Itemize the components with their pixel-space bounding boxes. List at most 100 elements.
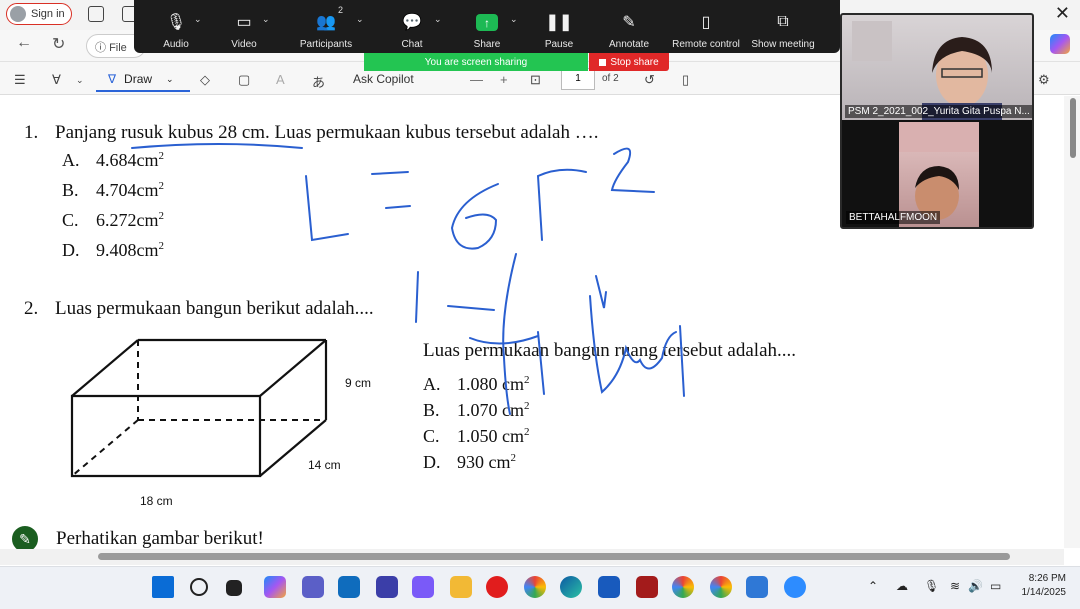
audio-button[interactable]: 🎙 Audio ⌄ [154, 0, 201, 53]
pause-button[interactable]: ❚❚ Pause [542, 0, 576, 53]
text-size-icon[interactable]: A [276, 72, 285, 87]
sharing-status-text: You are screen sharing [424, 56, 528, 68]
participant-1-video[interactable]: PSM 2_2021_002_Yurita Gita Puspa N... [842, 15, 1032, 120]
back-arrow-icon[interactable]: ← [16, 34, 32, 52]
wifi-icon[interactable]: ≋ [950, 579, 960, 593]
text-box-icon[interactable]: ▢ [238, 72, 250, 88]
audio-label: Audio [163, 39, 189, 50]
ask-copilot-button[interactable]: Ask Copilot [353, 72, 414, 86]
ink-stroke [536, 168, 587, 241]
page-number-input[interactable]: 1 [561, 68, 595, 90]
chevron-down-icon: ⌄ [356, 14, 364, 24]
highlight-icon[interactable]: ∀ [52, 72, 61, 88]
mouse-icon: ▯ [701, 14, 711, 31]
zoom-in-icon[interactable]: + [500, 72, 508, 87]
participants-count: 2 [338, 5, 344, 15]
show-meeting-button[interactable]: ⧉ Show meeting [748, 0, 818, 53]
video-camera-icon: ▭ [236, 14, 252, 31]
zoom-icon[interactable] [784, 576, 806, 598]
stop-share-label: Stop share [610, 56, 659, 68]
chat-label: Chat [401, 39, 423, 50]
eraser-icon[interactable]: ◇ [200, 72, 210, 88]
ink-stroke [469, 331, 545, 395]
edge-icon[interactable] [560, 576, 582, 598]
video-button[interactable]: ▭ Video ⌄ [224, 0, 269, 53]
annotate-button[interactable]: ✎ Annotate [604, 0, 654, 53]
sign-in-label: Sign in [31, 8, 65, 20]
draw-pen-icon: ∇ [108, 72, 117, 86]
copilot-icon[interactable] [1050, 34, 1070, 54]
clock-date: 1/14/2025 [1021, 587, 1067, 598]
word-icon[interactable] [598, 576, 620, 598]
microphone-icon[interactable]: 🎙 [924, 579, 939, 593]
settings-gear-icon[interactable]: ⚙ [1038, 72, 1050, 88]
copilot-taskbar-icon[interactable] [264, 576, 286, 598]
zoom-out-icon[interactable]: — [470, 72, 483, 87]
participant-1-name: PSM 2_2021_002_Yurita Gita Puspa N... [845, 105, 1032, 118]
vertical-scrollbar[interactable] [1064, 96, 1080, 548]
sign-in-button[interactable]: Sign in [6, 3, 72, 25]
horizontal-scroll-thumb[interactable] [98, 553, 1010, 560]
ink-stroke [415, 253, 517, 415]
volume-icon[interactable]: 🔊 [968, 579, 983, 593]
battery-icon[interactable]: ▭ [990, 579, 1001, 593]
ink-stroke [595, 275, 607, 309]
opera-icon[interactable] [486, 576, 508, 598]
teams-icon[interactable] [302, 576, 324, 598]
stop-share-button[interactable]: Stop share [589, 53, 669, 71]
refresh-icon[interactable]: ↻ [52, 34, 65, 54]
chevron-down-icon: ⌄ [194, 14, 202, 24]
outlook-icon[interactable] [338, 576, 360, 598]
video-label: Video [231, 39, 257, 50]
screen-sharing-status: You are screen sharing [364, 53, 588, 71]
chevron-down-icon: ⌄ [166, 73, 174, 84]
chevron-down-icon[interactable]: ⌄ [76, 75, 84, 86]
vertical-scroll-thumb[interactable] [1070, 98, 1076, 158]
user-avatar-icon [10, 6, 26, 22]
pen-icon: ✎ [622, 14, 636, 31]
translate-icon[interactable]: あ [312, 72, 325, 91]
show-meeting-label: Show meeting [751, 39, 815, 50]
draw-button[interactable]: ∇ Draw ⌄ [96, 68, 190, 92]
participants-label: Participants [299, 39, 353, 50]
app-icon[interactable] [412, 576, 434, 598]
app-icon[interactable] [746, 576, 768, 598]
participant-video-panel[interactable]: PSM 2_2021_002_Yurita Gita Puspa N... BE… [840, 13, 1034, 229]
contents-list-icon[interactable]: ☰ [14, 72, 26, 88]
remote-control-button[interactable]: ▯ Remote control [668, 0, 744, 53]
fit-page-icon[interactable]: ⊡ [530, 72, 541, 88]
participants-icon: 👥 [316, 14, 336, 31]
pause-label: Pause [544, 39, 574, 50]
app-icon[interactable] [636, 576, 658, 598]
share-button[interactable]: ↑ Share ⌄ [470, 0, 518, 53]
windows-start-icon[interactable] [152, 576, 174, 598]
info-icon: ⓘ [95, 42, 106, 54]
chrome-icon[interactable] [524, 576, 546, 598]
page-view-icon[interactable]: ▯ [682, 72, 689, 88]
search-icon[interactable] [190, 578, 208, 596]
app-icon[interactable] [376, 576, 398, 598]
participants-button[interactable]: 👥 2 Participants ⌄ [294, 0, 364, 53]
window-close-button[interactable]: ✕ [1055, 3, 1070, 24]
chat-button[interactable]: 💬 Chat ⌄ [396, 0, 441, 53]
chevron-down-icon: ⌄ [510, 14, 518, 24]
ink-underline [131, 143, 303, 149]
chat-icon: 💬 [402, 14, 422, 31]
remote-control-label: Remote control [672, 39, 740, 50]
system-clock[interactable]: 8:26 PM 1/14/2025 [1022, 572, 1067, 600]
stop-square-icon [599, 58, 607, 66]
chevron-down-icon: ⌄ [434, 14, 442, 24]
cloud-icon[interactable]: ☁ [896, 579, 908, 593]
zoom-meeting-toolbar: 🎙 Audio ⌄ ▭ Video ⌄ 👥 2 Participants ⌄ 💬… [134, 0, 840, 53]
task-view-icon[interactable] [226, 580, 242, 596]
chevron-up-icon[interactable]: ⌃ [868, 579, 878, 593]
collections-icon[interactable] [88, 6, 104, 22]
chrome-icon[interactable] [710, 576, 732, 598]
share-screen-icon: ↑ [476, 14, 498, 31]
chrome-icon[interactable] [672, 576, 694, 598]
file-explorer-icon[interactable] [450, 576, 472, 598]
microphone-icon: 🎙 [165, 14, 187, 31]
screen: Sign in ✕ ← ↻ ⓘ File ☰ ∀ ⌄ ∇ Draw ⌄ ◇ ▢ … [0, 0, 1080, 609]
rotate-icon[interactable]: ↺ [644, 72, 655, 88]
clock-time: 8:26 PM [1028, 573, 1066, 584]
